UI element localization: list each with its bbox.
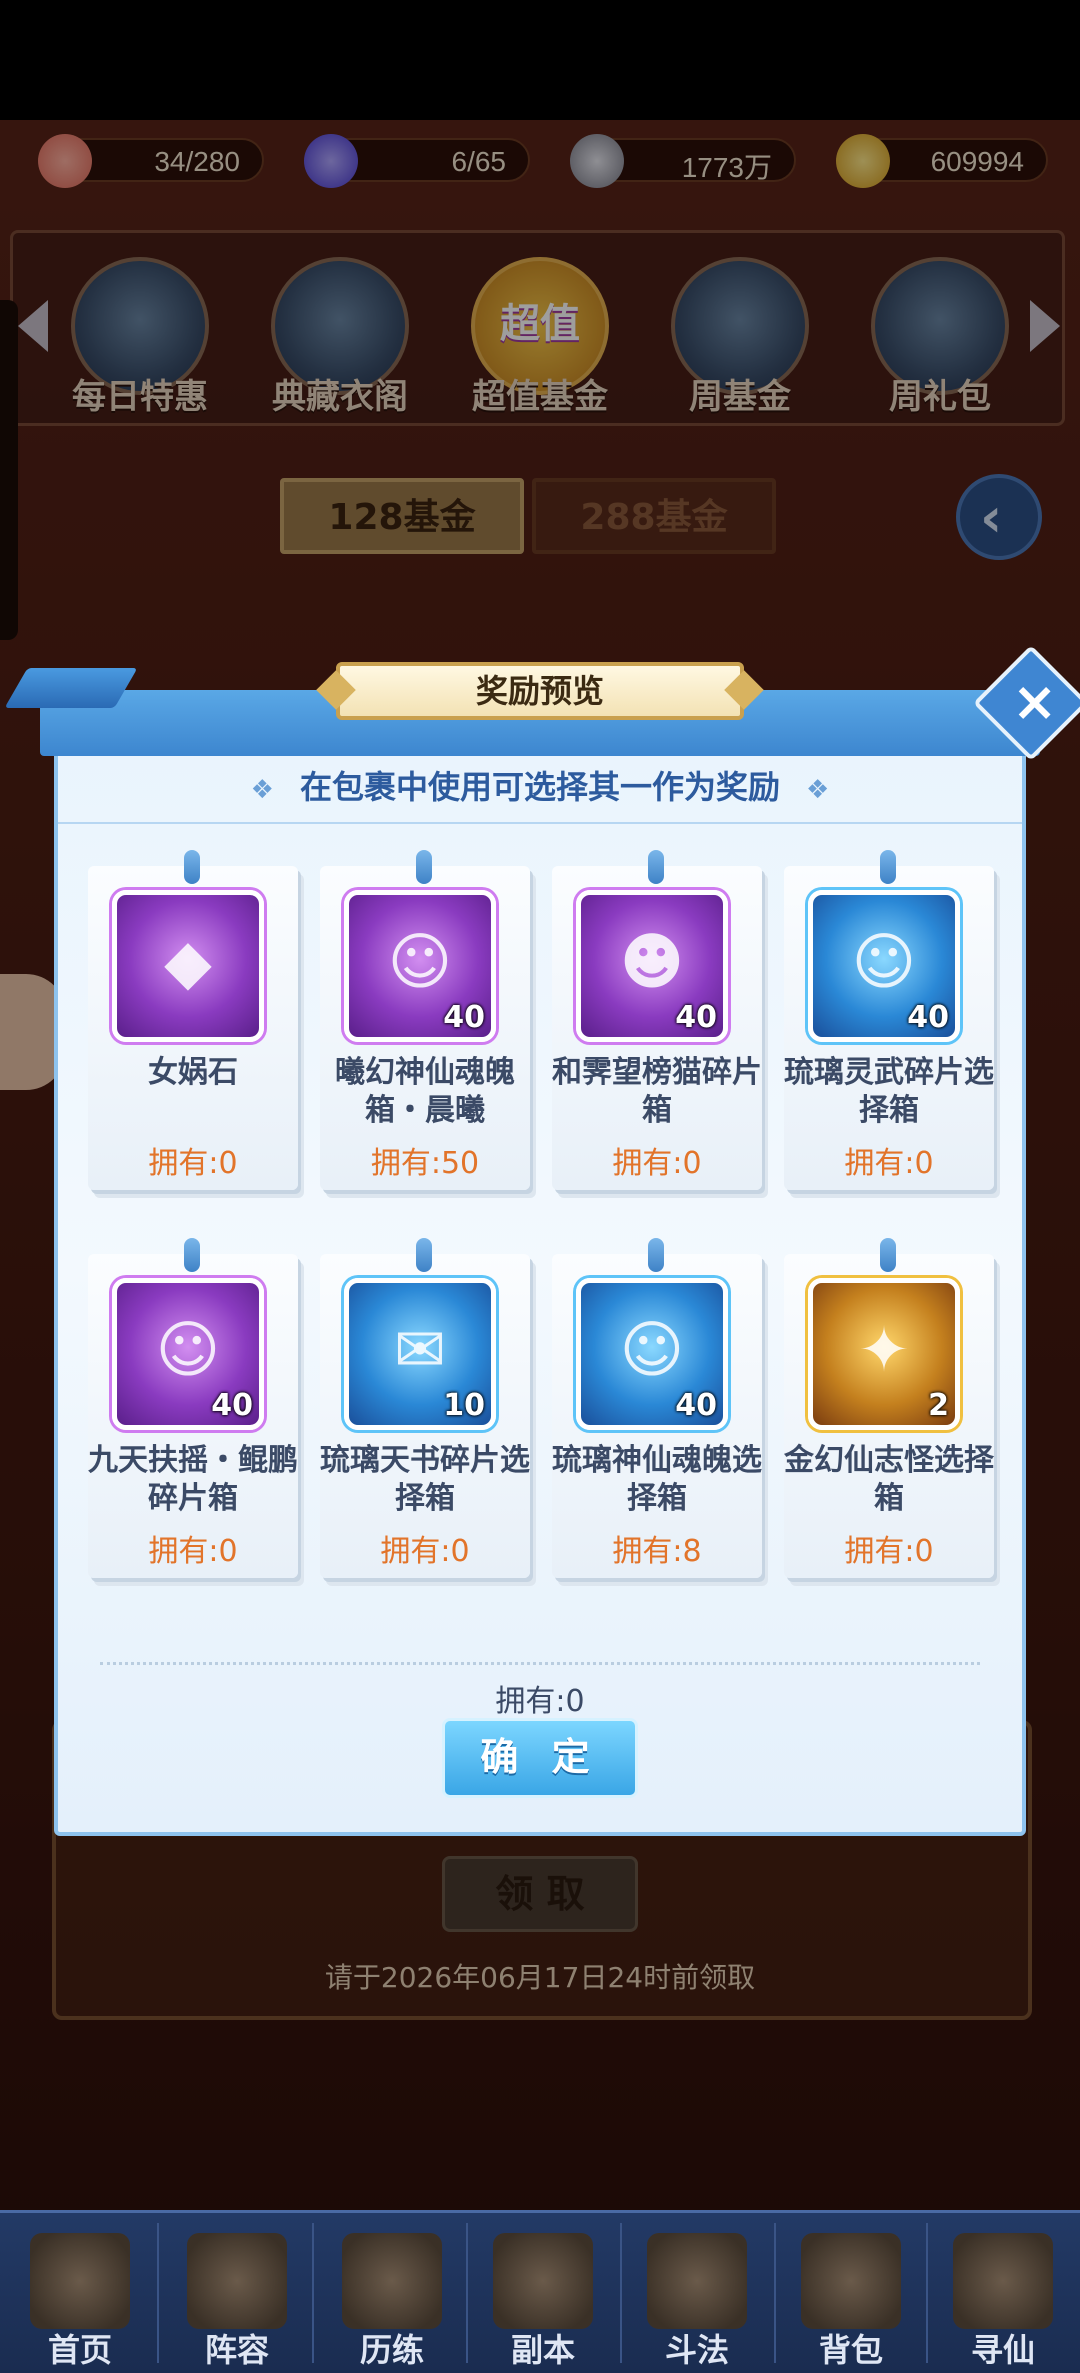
game-screen: 34/280 6/65 1773万 609994 每日特惠 典藏衣阁 超值 超值… xyxy=(0,0,1080,2373)
item-owned-count: 拥有:0 xyxy=(844,1534,934,1569)
item-glyph: ☺ xyxy=(619,1313,685,1386)
pin-icon xyxy=(416,1238,432,1272)
pin-icon xyxy=(648,850,664,884)
item-quantity: 40 xyxy=(211,1388,253,1423)
pin-icon xyxy=(880,1238,896,1272)
item-glyph: ☺ xyxy=(155,1313,221,1386)
item-owned-count: 拥有:0 xyxy=(148,1146,238,1181)
item-owned-count: 拥有:0 xyxy=(148,1534,238,1569)
lineup-cards-icon xyxy=(187,2233,287,2329)
pin-icon xyxy=(648,1238,664,1272)
item-glyph: ☺ xyxy=(851,925,917,998)
dotted-divider xyxy=(100,1662,980,1665)
reward-item-icon: ☺ 40 xyxy=(576,1278,728,1430)
reward-item-icon: ✉ 10 xyxy=(344,1278,496,1430)
item-quantity: 40 xyxy=(443,1000,485,1035)
item-name: 金幻仙志怪选择箱 xyxy=(784,1443,994,1516)
pin-icon xyxy=(880,850,896,884)
reward-card[interactable]: ✦ 2 金幻仙志怪选择箱 拥有:0 xyxy=(784,1238,994,1584)
pin-icon xyxy=(184,850,200,884)
item-glyph: ◆ xyxy=(164,925,212,998)
nav-label: 副本 xyxy=(510,2331,575,2369)
battle-icon xyxy=(647,2233,747,2329)
reward-item-icon: ☻ 40 xyxy=(576,890,728,1042)
nav-seek-immortal[interactable]: 寻仙 xyxy=(926,2213,1080,2373)
item-owned-count: 拥有:50 xyxy=(370,1146,480,1181)
reward-card[interactable]: ☻ 40 和霁望榜猫碎片箱 拥有:0 xyxy=(552,850,762,1196)
status-bar-area xyxy=(0,0,1080,120)
item-name: 曦幻神仙魂魄箱・晨曦 xyxy=(335,1055,515,1128)
item-name: 琉璃神仙魂魄选择箱 xyxy=(552,1443,762,1516)
item-quantity: 40 xyxy=(675,1388,717,1423)
reward-item-icon: ◆ xyxy=(112,890,264,1042)
item-quantity: 40 xyxy=(907,1000,949,1035)
owned-total: 拥有:0 xyxy=(495,1684,585,1719)
home-icon xyxy=(30,2233,130,2329)
item-glyph: ✦ xyxy=(858,1313,910,1386)
divider xyxy=(58,822,1022,824)
diamond-icon: ❖ xyxy=(806,775,830,805)
dialog-subtitle: ❖ 在包裹中使用可选择其一作为奖励 ❖ xyxy=(40,762,1040,808)
item-quantity: 2 xyxy=(928,1388,949,1423)
nav-training[interactable]: 历练 xyxy=(315,2213,469,2373)
pin-icon xyxy=(416,850,432,884)
item-name: 和霁望榜猫碎片箱 xyxy=(552,1055,762,1128)
nav-label: 寻仙 xyxy=(970,2331,1035,2369)
nav-label: 背包 xyxy=(818,2331,883,2369)
item-quantity: 40 xyxy=(675,1000,717,1035)
reward-card[interactable]: ☺ 40 琉璃灵武碎片选择箱 拥有:0 xyxy=(784,850,994,1196)
reward-card[interactable]: ☺ 40 曦幻神仙魂魄箱・晨曦 拥有:50 xyxy=(320,850,530,1196)
reward-item-icon: ☺ 40 xyxy=(112,1278,264,1430)
pin-icon xyxy=(184,1238,200,1272)
reward-item-icon: ☺ 40 xyxy=(344,890,496,1042)
bottom-nav: 首页 阵容 历练 副本 斗法 背包 寻仙 xyxy=(0,2210,1080,2373)
dialog-subtitle-text: 在包裹中使用可选择其一作为奖励 xyxy=(299,768,780,806)
item-glyph: ☺ xyxy=(387,925,453,998)
nav-backpack[interactable]: 背包 xyxy=(774,2213,928,2373)
reward-item-icon: ✦ 2 xyxy=(808,1278,960,1430)
item-owned-count: 拥有:0 xyxy=(380,1534,470,1569)
nav-label: 阵容 xyxy=(204,2331,269,2369)
nav-label: 历练 xyxy=(359,2331,424,2369)
nav-lineup[interactable]: 阵容 xyxy=(160,2213,314,2373)
dialog-title: 奖励预览 xyxy=(336,662,744,720)
item-name: 女娲石 xyxy=(148,1055,238,1090)
dungeon-gate-icon xyxy=(493,2233,593,2329)
nav-label: 斗法 xyxy=(664,2331,729,2369)
item-quantity: 10 xyxy=(443,1388,485,1423)
item-name: 琉璃灵武碎片选择箱 xyxy=(784,1055,994,1128)
confirm-button[interactable]: 确 定 xyxy=(442,1718,638,1798)
nav-label: 首页 xyxy=(47,2331,112,2369)
item-glyph: ✉ xyxy=(394,1313,446,1386)
backpack-icon xyxy=(801,2233,901,2329)
reward-item-icon: ☺ 40 xyxy=(808,890,960,1042)
reward-card[interactable]: ◆ 女娲石 拥有:0 xyxy=(88,850,298,1196)
nav-battle[interactable]: 斗法 xyxy=(620,2213,774,2373)
close-icon: × xyxy=(1011,670,1058,734)
reward-card[interactable]: ☺ 40 九天扶摇・鲲鹏碎片箱 拥有:0 xyxy=(88,1238,298,1584)
ribbon-decoration xyxy=(4,668,138,708)
scroll-icon xyxy=(953,2233,1053,2329)
item-name: 九天扶摇・鲲鹏碎片箱 xyxy=(88,1443,298,1516)
nav-separator xyxy=(157,2223,159,2363)
diamond-icon: ❖ xyxy=(250,775,274,805)
nav-home[interactable]: 首页 xyxy=(3,2213,157,2373)
nav-separator xyxy=(312,2223,314,2363)
reward-preview-dialog: 奖励预览 × ❖ 在包裹中使用可选择其一作为奖励 ❖ ◆ 女娲石 拥有:0 ☺ 40 … xyxy=(4,645,1080,1840)
item-name: 琉璃天书碎片选择箱 xyxy=(320,1443,530,1516)
item-owned-count: 拥有:0 xyxy=(844,1146,934,1181)
item-owned-count: 拥有:8 xyxy=(612,1534,702,1569)
reward-card[interactable]: ☺ 40 琉璃神仙魂魄选择箱 拥有:8 xyxy=(552,1238,762,1584)
reward-card[interactable]: ✉ 10 琉璃天书碎片选择箱 拥有:0 xyxy=(320,1238,530,1584)
nav-dungeon[interactable]: 副本 xyxy=(466,2213,620,2373)
training-icon xyxy=(342,2233,442,2329)
item-owned-count: 拥有:0 xyxy=(612,1146,702,1181)
item-glyph: ☻ xyxy=(619,925,685,998)
